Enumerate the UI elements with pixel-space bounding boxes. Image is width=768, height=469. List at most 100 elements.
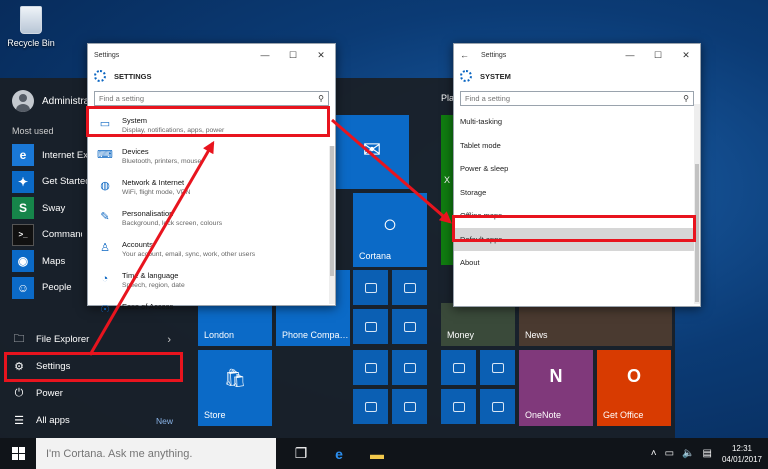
category-title: Personalisation [122, 209, 174, 218]
network-icon[interactable]: ▭ [665, 448, 674, 459]
tile-get-office[interactable]: O Get Office [597, 350, 671, 426]
tile-cortana[interactable]: ○ Cortana [353, 193, 427, 267]
volume-icon[interactable]: 🔈 [682, 448, 694, 459]
tile-store[interactable]: 🛍 Store [198, 350, 272, 426]
cortana-search-input[interactable] [36, 438, 276, 469]
title-bar[interactable]: Settings — ☐ ✕ [88, 44, 335, 66]
people-icon: ☺ [12, 276, 34, 299]
store-icon: 🛍 [223, 368, 247, 388]
start-button[interactable] [0, 438, 36, 469]
tile-small-10[interactable] [480, 350, 515, 385]
nav-about[interactable]: About [454, 251, 700, 275]
tile-onenote[interactable]: N OneNote [519, 350, 593, 426]
window-title: Settings [481, 51, 507, 59]
tile-small-6[interactable] [392, 350, 427, 385]
task-view-icon[interactable]: ❐ [282, 438, 320, 469]
bulb-icon: ✦ [12, 170, 34, 193]
folder-icon: 🗀 [13, 333, 25, 345]
highlight-default-apps [452, 215, 696, 242]
tile-small-8[interactable] [392, 389, 427, 424]
search-icon: ⚲ [683, 94, 689, 103]
tile-label: OneNote [525, 410, 562, 420]
new-badge: New [155, 415, 173, 426]
close-icon[interactable]: ✕ [672, 44, 700, 66]
globe-icon: ◍ [100, 180, 110, 192]
camera-icon [403, 321, 416, 332]
camera-icon [452, 401, 465, 412]
system-subpage-list: Multi-tasking Tablet mode Power & sleep … [454, 110, 700, 275]
tile-label: Store [204, 410, 226, 420]
category-ease-of-access[interactable]: ☉ Ease of Access [88, 296, 335, 312]
tile-small-1[interactable] [353, 270, 388, 305]
power-button[interactable]: ⏻ Power [0, 380, 185, 407]
category-network[interactable]: ◍ Network & Internet WiFi, flight mode, … [88, 172, 335, 203]
category-subtitle: WiFi, flight mode, VPN [122, 189, 191, 196]
tile-small-9[interactable] [441, 350, 476, 385]
mail-icon: ✉ [362, 137, 382, 162]
minimize-icon[interactable]: — [616, 44, 644, 66]
scrollbar[interactable] [329, 146, 335, 304]
tile-money[interactable]: Money [441, 303, 515, 346]
tile-small-12[interactable] [480, 389, 515, 424]
category-subtitle: Bluetooth, printers, mouse [122, 158, 202, 165]
file-explorer-icon[interactable]: ▬ [358, 438, 396, 469]
close-icon[interactable]: ✕ [307, 44, 335, 66]
person-icon: ♙ [100, 242, 110, 254]
search-input[interactable] [465, 94, 667, 103]
tile-small-5[interactable] [353, 350, 388, 385]
gear-icon [94, 70, 106, 82]
tile-small-3[interactable] [353, 309, 388, 344]
all-apps-button[interactable]: ☰ All apps New [0, 407, 185, 434]
settings-window-main: Settings — ☐ ✕ SETTINGS ⚲ ▭ System Displ… [87, 43, 336, 312]
onenote-icon: N [549, 366, 563, 386]
scrollbar[interactable] [694, 104, 700, 304]
scroll-thumb[interactable] [330, 146, 334, 276]
minimize-icon[interactable]: — [251, 44, 279, 66]
category-title: Accounts [122, 240, 153, 249]
highlight-settings [4, 352, 183, 382]
file-explorer-label: File Explorer [36, 334, 90, 345]
personalise-icon: ✎ [100, 211, 110, 223]
camera-icon [403, 401, 416, 412]
app-label: Maps [42, 255, 66, 267]
category-title: Ease of Access [122, 302, 174, 311]
clock[interactable]: 12:31 04/01/2017 [722, 443, 762, 465]
camera-icon [364, 282, 377, 293]
message-icon[interactable]: ▤ [703, 448, 712, 459]
recycle-bin-shortcut[interactable]: Recycle Bin [6, 6, 56, 48]
nav-tablet-mode[interactable]: Tablet mode [454, 134, 700, 158]
category-title: Devices [122, 147, 149, 156]
highlight-system [86, 106, 330, 137]
settings-category-list: ▭ System Display, notifications, apps, p… [88, 110, 335, 312]
app-label: Command Prompt [42, 229, 82, 241]
back-arrow-icon[interactable]: ← [460, 50, 469, 60]
category-devices[interactable]: ⌨ Devices Bluetooth, printers, mouse [88, 141, 335, 172]
tile-mail[interactable]: ✉ [335, 115, 409, 189]
tile-label: London [204, 330, 235, 340]
tile-small-11[interactable] [441, 389, 476, 424]
tile-small-2[interactable] [392, 270, 427, 305]
maximize-icon[interactable]: ☐ [644, 44, 672, 66]
search-box[interactable]: ⚲ [94, 91, 329, 106]
cortana-icon: ○ [382, 211, 398, 238]
file-explorer-button[interactable]: 🗀 File Explorer › [0, 326, 185, 353]
title-bar[interactable]: ← Settings — ☐ ✕ [454, 44, 700, 66]
tile-news[interactable]: News [519, 303, 672, 346]
camera-icon [403, 282, 416, 293]
avatar [12, 90, 34, 112]
tile-small-4[interactable] [392, 309, 427, 344]
tile-label: News [525, 330, 548, 340]
edge-icon[interactable]: e [320, 438, 358, 469]
tile-label: X [444, 175, 451, 185]
maximize-icon[interactable]: ☐ [279, 44, 307, 66]
nav-power-sleep[interactable]: Power & sleep [454, 157, 700, 181]
category-time-language[interactable]: ◔ Time & language Speech, region, date [88, 265, 335, 296]
nav-multi-tasking[interactable]: Multi-tasking [454, 110, 700, 134]
chevron-up-icon[interactable]: ˄ [651, 448, 657, 459]
tile-small-7[interactable] [353, 389, 388, 424]
nav-storage[interactable]: Storage [454, 181, 700, 205]
search-box[interactable]: ⚲ [460, 91, 694, 106]
category-accounts[interactable]: ♙ Accounts Your account, email, sync, wo… [88, 234, 335, 265]
search-input[interactable] [99, 94, 302, 103]
category-personalisation[interactable]: ✎ Personalisation Background, lock scree… [88, 203, 335, 234]
